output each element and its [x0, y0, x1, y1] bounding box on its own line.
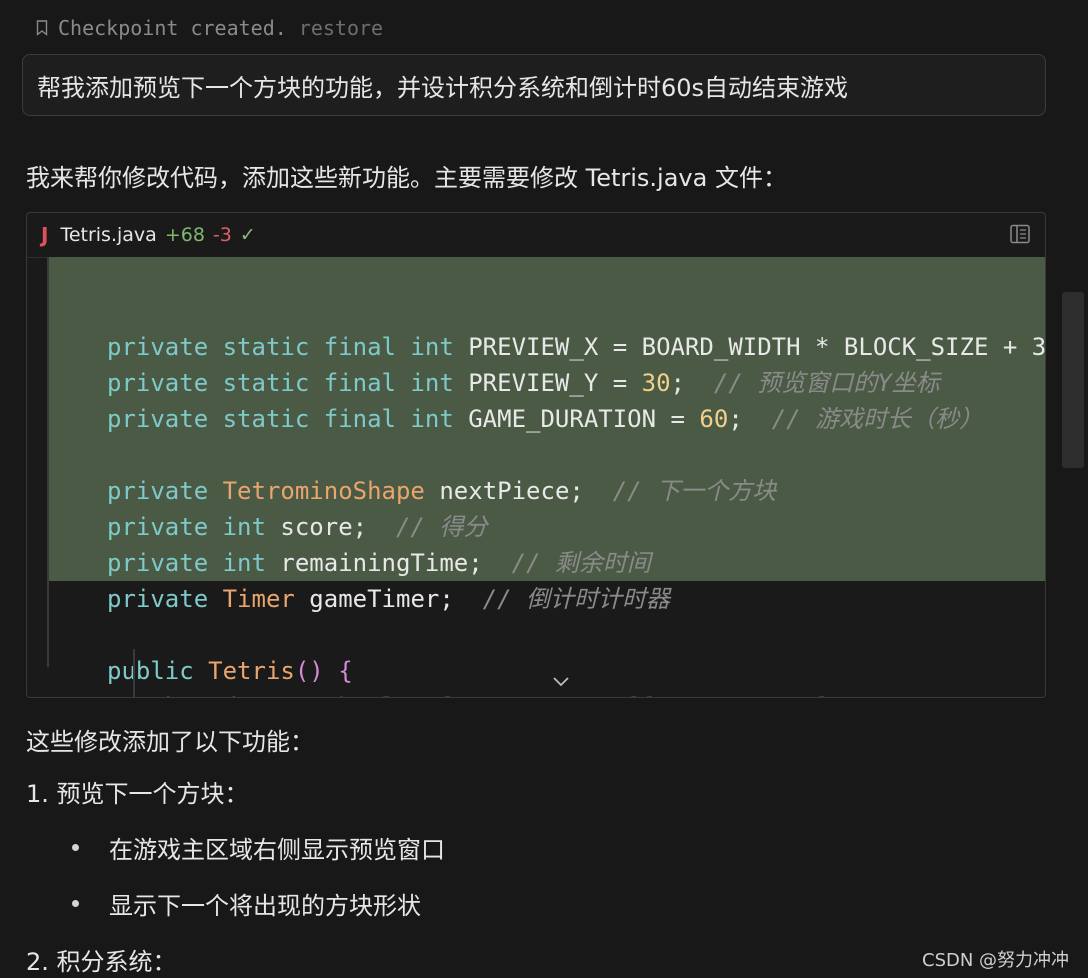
code-token: private static final int	[107, 405, 469, 433]
code-token: // 游戏时长（秒）	[771, 405, 984, 433]
code-token: Tetris	[208, 657, 295, 685]
code-token: private	[107, 585, 223, 613]
response-intro: 我来帮你修改代码，添加这些新功能。主要需要修改 Tetris.java 文件：	[26, 164, 787, 192]
open-panel-icon[interactable]	[1009, 223, 1031, 245]
code-line: board = new boolean[BOARD_HEIGHT][BOARD_…	[107, 689, 1045, 697]
code-token: BOARD_WIDTH	[656, 693, 815, 697]
chevron-down-icon[interactable]	[551, 675, 571, 689]
code-token: PREVIEW_Y =	[468, 369, 642, 397]
code-token: // 下一个方块	[612, 477, 777, 505]
code-token: private static final int	[107, 333, 469, 361]
code-token: 30	[641, 369, 671, 397]
code-token: remainingTime;	[280, 549, 512, 577]
restore-link[interactable]: restore	[299, 16, 383, 40]
code-token: ]	[815, 693, 829, 697]
checkpoint-row: Checkpoint created. restore	[36, 14, 383, 42]
summary-bullet-1: 在游戏主区域右侧显示预览窗口	[72, 830, 445, 865]
watermark: CSDN @努力冲冲	[922, 950, 1070, 971]
summary-item-2: 2. 积分系统：	[26, 948, 177, 976]
code-token: private	[107, 477, 223, 505]
code-token: // 预览窗口的Y坐标	[713, 369, 940, 397]
code-line: private Timer gameTimer; // 倒计时计时器	[107, 581, 1045, 617]
code-lines: private static final int PREVIEW_X = BOA…	[107, 293, 1046, 697]
code-token: // 倒计时计时器	[482, 585, 671, 613]
code-token: new boolean	[280, 693, 439, 697]
user-prompt-box[interactable]: 帮我添加预览下一个方块的功能，并设计积分系统和倒计时60s自动结束游戏	[22, 54, 1046, 116]
code-card-header: J Tetris.java +68 -3 ✓	[27, 213, 1045, 258]
code-token: // 得分	[395, 513, 488, 541]
checkpoint-text: Checkpoint created.	[58, 16, 287, 40]
code-token: BOARD_HEIGHT	[454, 693, 627, 697]
code-token: private static final int	[107, 369, 469, 397]
code-token: GAME_DURATION =	[468, 405, 700, 433]
summary-bullet-2: 显示下一个将出现的方块形状	[72, 886, 421, 921]
user-prompt-text: 帮我添加预览下一个方块的功能，并设计积分系统和倒计时60s自动结束游戏	[37, 73, 849, 102]
java-file-icon: J	[41, 223, 49, 247]
code-token: ][	[627, 693, 656, 697]
code-line: private static final int GAME_DURATION =…	[107, 401, 1045, 437]
code-token: private int	[107, 513, 281, 541]
code-token: () {	[294, 657, 353, 685]
code-line: private int score; // 得分	[107, 509, 1045, 545]
code-token: gameTimer;	[309, 585, 483, 613]
code-filename[interactable]: Tetris.java	[60, 224, 156, 246]
code-token: ;	[830, 693, 844, 697]
lines-removed-count: -3	[212, 224, 232, 246]
code-token: TetrominoShape	[222, 477, 440, 505]
code-token: // 剩余时间	[511, 549, 651, 577]
bullet-text: 显示下一个将出现的方块形状	[109, 892, 421, 920]
code-token: 60	[699, 405, 729, 433]
summary-intro: 这些修改添加了以下功能：	[26, 728, 314, 756]
code-token: score;	[280, 513, 396, 541]
bookmark-icon	[36, 20, 48, 36]
bullet-dot	[72, 900, 79, 907]
code-token: ;	[670, 369, 714, 397]
code-token: public	[107, 657, 209, 685]
bullet-text: 在游戏主区域右侧显示预览窗口	[109, 836, 445, 864]
indent-guide	[133, 649, 135, 697]
summary-item-1: 1. 预览下一个方块：	[26, 780, 249, 808]
code-line: private int remainingTime; // 剩余时间	[107, 545, 1045, 581]
code-line: private static final int PREVIEW_X = BOA…	[107, 329, 1046, 365]
code-diff-card: J Tetris.java +68 -3 ✓ private static fi…	[26, 212, 1046, 698]
code-line: private static final int PREVIEW_Y = 30;…	[107, 365, 1045, 401]
lines-added-count: +68	[164, 224, 205, 246]
bullet-dot	[72, 844, 79, 851]
applied-check-icon: ✓	[239, 224, 256, 246]
code-token: private int	[107, 549, 281, 577]
code-line: private TetrominoShape nextPiece; // 下一个…	[107, 473, 1045, 509]
code-token: [	[439, 693, 453, 697]
code-token: PREVIEW_X = BOARD_WIDTH * BLOCK_SIZE + 3	[468, 333, 1046, 361]
code-body[interactable]: private static final int PREVIEW_X = BOA…	[27, 257, 1046, 697]
code-token: ;	[728, 405, 772, 433]
code-line: public Tetris() {	[107, 653, 1045, 689]
code-token: nextPiece;	[439, 477, 613, 505]
scrollbar-thumb[interactable]	[1062, 292, 1084, 468]
code-token: Timer	[222, 585, 310, 613]
